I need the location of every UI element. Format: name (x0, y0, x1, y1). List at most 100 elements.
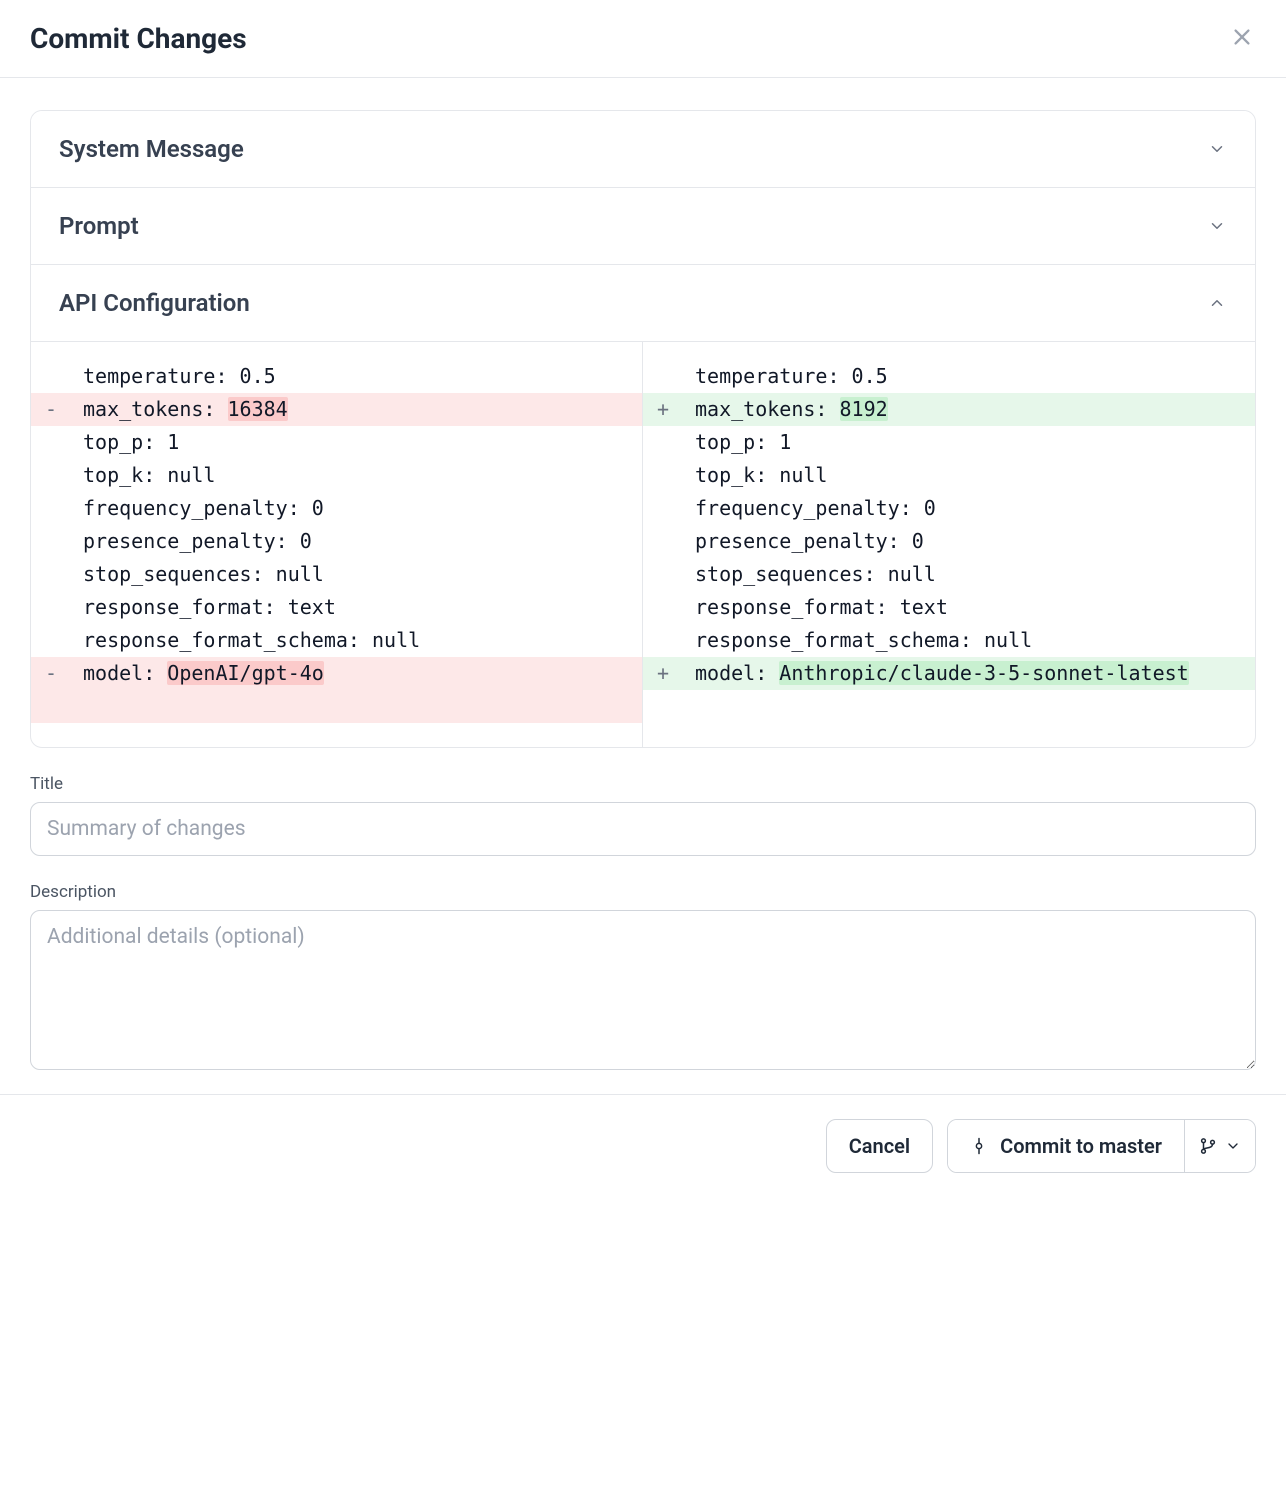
dialog-header: Commit Changes (0, 0, 1286, 78)
diff-removed-token: 16384 (228, 397, 288, 421)
chevron-down-icon (1207, 139, 1227, 159)
section-title: Prompt (59, 212, 139, 240)
git-commit-icon (970, 1137, 988, 1155)
diff-line: response_format_schema: null (643, 624, 1255, 657)
diff-sign (31, 591, 71, 624)
diff-text: model: OpenAI/gpt-4o (83, 657, 620, 690)
description-input[interactable] (30, 910, 1256, 1070)
diff-line: presence_penalty: 0 (643, 525, 1255, 558)
diff-sign (31, 492, 71, 525)
cancel-button-label: Cancel (849, 1134, 910, 1158)
cancel-button[interactable]: Cancel (826, 1119, 933, 1173)
section-api-configuration: API Configuration temperature: 0.5-max_t… (31, 265, 1255, 747)
dialog-title: Commit Changes (30, 22, 247, 55)
diff-line: -max_tokens: 16384 (31, 393, 642, 426)
diff-text: presence_penalty: 0 (695, 525, 1233, 558)
diff-line: response_format: text (31, 591, 642, 624)
close-icon (1231, 26, 1253, 51)
diff-sign (31, 624, 71, 657)
diff-text: response_format: text (83, 591, 620, 624)
diff-column-old: temperature: 0.5-max_tokens: 16384 top_p… (31, 342, 643, 747)
diff-sign (31, 558, 71, 591)
diff-added-token: 8192 (840, 397, 888, 421)
changes-accordion: System Message Prompt API Configuration (30, 110, 1256, 748)
diff-sign (31, 525, 71, 558)
diff-sign (643, 558, 683, 591)
diff-line (31, 690, 642, 723)
commit-button-label: Commit to master (1000, 1134, 1162, 1158)
section-title: API Configuration (59, 289, 250, 317)
diff-sign: - (31, 393, 71, 426)
diff-view: temperature: 0.5-max_tokens: 16384 top_p… (31, 341, 1255, 747)
diff-added-token: Anthropic/claude-3-5-sonnet-latest (779, 661, 1188, 685)
diff-text: top_p: 1 (83, 426, 620, 459)
dialog-footer: Cancel Commit to master (0, 1094, 1286, 1213)
diff-line: frequency_penalty: 0 (31, 492, 642, 525)
diff-line: temperature: 0.5 (31, 360, 642, 393)
diff-sign (643, 591, 683, 624)
commit-button[interactable]: Commit to master (948, 1120, 1184, 1172)
diff-sign (31, 426, 71, 459)
commit-dropdown-button[interactable] (1184, 1120, 1255, 1172)
diff-text (83, 690, 620, 723)
diff-sign: + (643, 393, 683, 426)
section-title: System Message (59, 135, 244, 163)
section-prompt: Prompt (31, 188, 1255, 265)
diff-text: stop_sequences: null (695, 558, 1233, 591)
diff-sign (643, 426, 683, 459)
diff-sign (643, 525, 683, 558)
diff-sign (643, 459, 683, 492)
diff-sign (643, 624, 683, 657)
diff-sign (643, 360, 683, 393)
diff-text: max_tokens: 8192 (695, 393, 1233, 426)
diff-text: stop_sequences: null (83, 558, 620, 591)
diff-text: model: Anthropic/claude-3-5-sonnet-lates… (695, 657, 1233, 690)
diff-column-new: temperature: 0.5+max_tokens: 8192 top_p:… (643, 342, 1255, 747)
diff-line: + model: Anthropic/claude-3-5-sonnet-late… (643, 657, 1255, 690)
diff-text: response_format: text (695, 591, 1233, 624)
diff-line: frequency_penalty: 0 (643, 492, 1255, 525)
title-label: Title (30, 774, 1256, 794)
diff-text: presence_penalty: 0 (83, 525, 620, 558)
commit-changes-dialog: Commit Changes System Message (0, 0, 1286, 1213)
description-label: Description (30, 882, 1256, 902)
diff-text: frequency_penalty: 0 (83, 492, 620, 525)
diff-sign: - (31, 657, 71, 690)
diff-line: top_k: null (31, 459, 642, 492)
diff-line: -model: OpenAI/gpt-4o (31, 657, 642, 690)
diff-line: response_format_schema: null (31, 624, 642, 657)
diff-line: stop_sequences: null (31, 558, 642, 591)
section-header-api-configuration[interactable]: API Configuration (31, 265, 1255, 341)
diff-sign: + (643, 657, 683, 690)
diff-sign (643, 492, 683, 525)
close-button[interactable] (1228, 25, 1256, 53)
diff-line: top_k: null (643, 459, 1255, 492)
diff-sign (31, 459, 71, 492)
diff-text: temperature: 0.5 (83, 360, 620, 393)
chevron-down-icon (1207, 216, 1227, 236)
diff-removed-token: OpenAI/gpt-4o (167, 661, 324, 685)
dialog-body: System Message Prompt API Configuration (0, 78, 1286, 1094)
section-header-system-message[interactable]: System Message (31, 111, 1255, 187)
diff-text: top_k: null (695, 459, 1233, 492)
git-branch-icon (1199, 1137, 1217, 1155)
title-field-group: Title (30, 774, 1256, 856)
diff-text: response_format_schema: null (695, 624, 1233, 657)
section-system-message: System Message (31, 111, 1255, 188)
diff-line: top_p: 1 (643, 426, 1255, 459)
chevron-up-icon (1207, 293, 1227, 313)
section-header-prompt[interactable]: Prompt (31, 188, 1255, 264)
commit-split-button: Commit to master (947, 1119, 1256, 1173)
diff-line: + max_tokens: 8192 (643, 393, 1255, 426)
diff-line: presence_penalty: 0 (31, 525, 642, 558)
diff-line: temperature: 0.5 (643, 360, 1255, 393)
title-input[interactable] (30, 802, 1256, 856)
diff-text: top_k: null (83, 459, 620, 492)
diff-line: stop_sequences: null (643, 558, 1255, 591)
diff-sign (31, 360, 71, 393)
chevron-down-icon (1225, 1138, 1241, 1154)
diff-text: response_format_schema: null (83, 624, 620, 657)
diff-text: frequency_penalty: 0 (695, 492, 1233, 525)
description-field-group: Description (30, 882, 1256, 1074)
diff-line: response_format: text (643, 591, 1255, 624)
